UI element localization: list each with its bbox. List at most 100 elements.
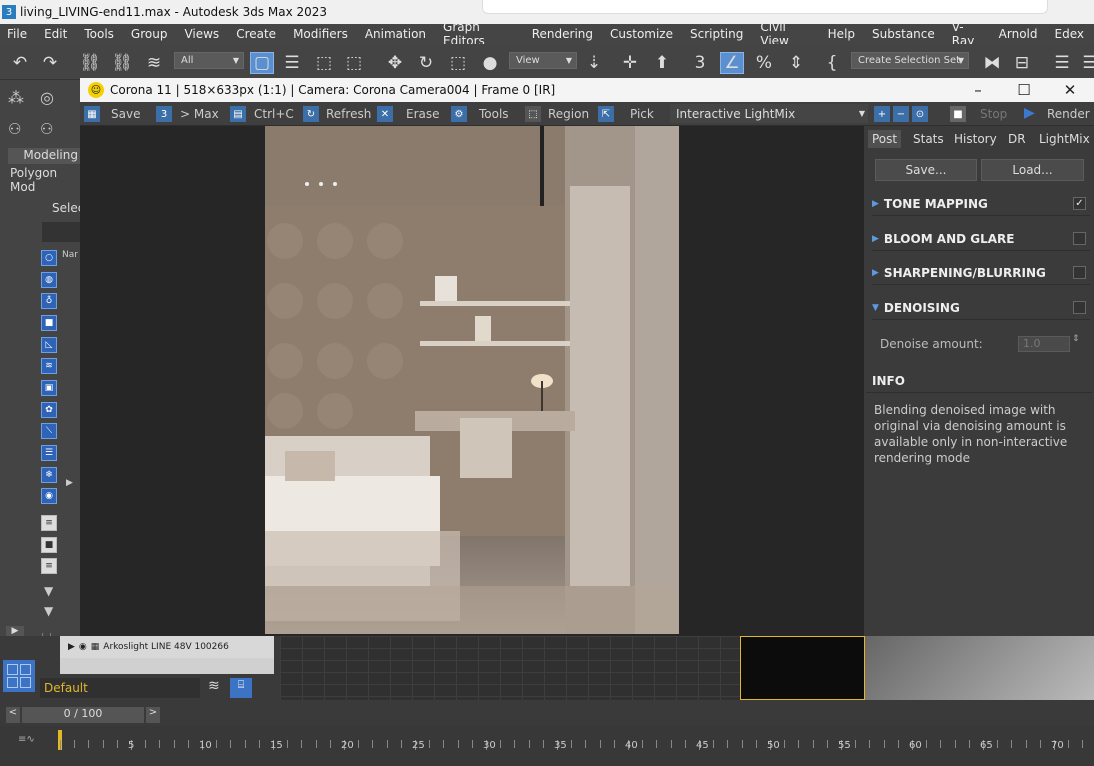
- layer-explorer-icon[interactable]: ☰: [1078, 52, 1094, 74]
- menu-edex[interactable]: Edex: [1048, 27, 1084, 41]
- menu-arnold[interactable]: Arnold: [992, 27, 1038, 41]
- pick-button[interactable]: Pick: [630, 107, 654, 121]
- section-tone-mapping[interactable]: ▶ TONE MAPPING ✓: [872, 192, 1090, 216]
- refresh-button[interactable]: Refresh: [326, 107, 371, 121]
- viewport-camera[interactable]: [740, 636, 865, 700]
- tab-lightmix[interactable]: LightMix: [1035, 130, 1094, 148]
- stop-button[interactable]: Stop: [980, 107, 1007, 121]
- ribbon-sub-polygon[interactable]: Polygon Mod: [10, 166, 80, 194]
- scrollbar[interactable]: [60, 658, 274, 674]
- ref-coord-dropdown[interactable]: View: [509, 52, 577, 69]
- menu-scripting[interactable]: Scripting: [683, 27, 743, 41]
- camera-icon[interactable]: ⚇: [8, 120, 21, 138]
- align-icon[interactable]: ⊟: [1010, 52, 1034, 74]
- denoise-amount-spinner[interactable]: 1.0: [1018, 336, 1070, 352]
- scene-explorer-icon[interactable]: ☰: [1050, 52, 1074, 74]
- menu-create[interactable]: Create: [229, 27, 276, 41]
- menu-rendering[interactable]: Rendering: [525, 27, 593, 41]
- erase-icon[interactable]: ✕: [377, 106, 393, 122]
- snap-icon[interactable]: ◎: [40, 88, 54, 107]
- document-icon[interactable]: ≡: [41, 515, 57, 531]
- page-icon[interactable]: ≡: [41, 558, 57, 574]
- bind-spacewarp-icon[interactable]: ≋: [142, 52, 166, 74]
- to-max-icon[interactable]: 3: [156, 106, 172, 122]
- light-icon[interactable]: ⚇: [40, 120, 53, 138]
- menu-views[interactable]: Views: [177, 27, 219, 41]
- menu-tools[interactable]: Tools: [77, 27, 114, 41]
- maximize-icon[interactable]: ☐: [1012, 80, 1036, 100]
- to-max-button[interactable]: > Max: [180, 107, 219, 121]
- tab-stats[interactable]: Stats: [909, 130, 948, 148]
- filter-icon[interactable]: ▼: [44, 584, 53, 598]
- menu-edit[interactable]: Edit: [37, 27, 67, 41]
- keyboard-shortcut-icon[interactable]: ⬆: [650, 52, 674, 74]
- mirror-icon[interactable]: ⧓: [980, 52, 1004, 74]
- zoom-fit-icon[interactable]: ⊙: [912, 106, 928, 122]
- workspace-dropdown[interactable]: Default: [40, 678, 200, 698]
- copy-button[interactable]: Ctrl+C: [254, 107, 294, 121]
- time-slider[interactable]: 0 / 100: [22, 707, 144, 723]
- lights-icon[interactable]: ♁: [41, 293, 57, 309]
- expand-arrow-icon[interactable]: ▶: [66, 478, 73, 488]
- unlink-icon[interactable]: ⛓: [110, 52, 134, 74]
- bones-icon[interactable]: ⟍: [41, 423, 57, 439]
- menu-customize[interactable]: Customize: [603, 27, 673, 41]
- layer-row[interactable]: ▶ ◉ ▦ Arkoslight LINE 48V 100266: [60, 636, 274, 658]
- panel-load-button[interactable]: Load...: [981, 159, 1084, 181]
- copy-icon[interactable]: ▤: [230, 106, 246, 122]
- region-icon[interactable]: ⬚: [525, 106, 541, 122]
- tab-post[interactable]: Post: [868, 130, 902, 148]
- menu-file[interactable]: File: [0, 27, 27, 41]
- hidden-eye-icon[interactable]: ◉: [41, 488, 57, 504]
- curve-editor-icon[interactable]: ≡∿: [18, 734, 35, 745]
- minimize-icon[interactable]: –: [966, 80, 990, 100]
- select-by-name-icon[interactable]: ☰: [280, 52, 304, 74]
- ribbon-tab-modeling[interactable]: Modeling: [8, 148, 80, 164]
- timeline[interactable]: ≡∿ 5 10 15 20 25 30 35 40 45 50 55 60 65 70: [0, 726, 1094, 766]
- link-icon[interactable]: ⛓: [78, 52, 102, 74]
- stop-square-icon[interactable]: ■: [950, 106, 966, 122]
- xrefs-icon[interactable]: ✿: [41, 402, 57, 418]
- tone-mapping-checkbox[interactable]: ✓: [1073, 197, 1086, 210]
- close-icon[interactable]: ✕: [1058, 80, 1082, 100]
- zoom-in-icon[interactable]: +: [874, 106, 890, 122]
- named-selection-set-dropdown[interactable]: Create Selection Set: [851, 52, 969, 69]
- viewport-perspective[interactable]: [865, 636, 1094, 700]
- menu-animation[interactable]: Animation: [358, 27, 426, 41]
- selection-filter-dropdown[interactable]: All: [174, 52, 244, 69]
- scene-explorer-toggle-icon[interactable]: ⌸: [230, 678, 252, 698]
- shapes-icon[interactable]: ◍: [41, 272, 57, 288]
- pivot-center-icon[interactable]: ⇣: [582, 52, 606, 74]
- spinner-arrows-icon[interactable]: ⇕: [1072, 334, 1080, 344]
- pick-icon[interactable]: ⇱: [598, 106, 614, 122]
- next-frame-icon[interactable]: >: [146, 707, 160, 723]
- undo-icon[interactable]: ↶: [8, 52, 32, 74]
- tools-gear-icon[interactable]: ⚙: [451, 106, 467, 122]
- scale-icon[interactable]: ⬚: [446, 52, 470, 74]
- save-button[interactable]: Save: [111, 107, 140, 121]
- menu-group[interactable]: Group: [124, 27, 168, 41]
- frozen-icon[interactable]: ❄: [41, 467, 57, 483]
- tab-dr[interactable]: DR: [1004, 130, 1030, 148]
- menu-substance[interactable]: Substance: [865, 27, 935, 41]
- zoom-out-icon[interactable]: −: [893, 106, 909, 122]
- interactive-lightmix-dropdown[interactable]: Interactive LightMix: [670, 104, 868, 123]
- eye-icon[interactable]: ◉: [79, 642, 87, 652]
- denoising-checkbox[interactable]: [1073, 301, 1086, 314]
- angle-snap-icon[interactable]: ∠: [720, 52, 744, 74]
- tab-history[interactable]: History: [950, 130, 1001, 148]
- helpers-icon[interactable]: ◺: [41, 337, 57, 353]
- percent-snap-icon[interactable]: %: [752, 52, 776, 74]
- section-denoising[interactable]: ▼ DENOISING: [872, 296, 1090, 320]
- redo-icon[interactable]: ↷: [38, 52, 62, 74]
- select-manipulate-icon[interactable]: ✛: [618, 52, 642, 74]
- edit-named-selection-icon[interactable]: {: [820, 52, 844, 74]
- containers-icon[interactable]: ☰: [41, 445, 57, 461]
- select-object-icon[interactable]: ▢: [250, 52, 274, 74]
- panel-save-button[interactable]: Save...: [875, 159, 977, 181]
- sharpening-checkbox[interactable]: [1073, 266, 1086, 279]
- bloom-glare-checkbox[interactable]: [1073, 232, 1086, 245]
- move-icon[interactable]: ✥: [383, 52, 407, 74]
- prev-frame-icon[interactable]: <: [6, 707, 20, 723]
- corona-window-titlebar[interactable]: ☺ Corona 11 | 518×633px (1:1) | Camera: …: [80, 78, 1094, 102]
